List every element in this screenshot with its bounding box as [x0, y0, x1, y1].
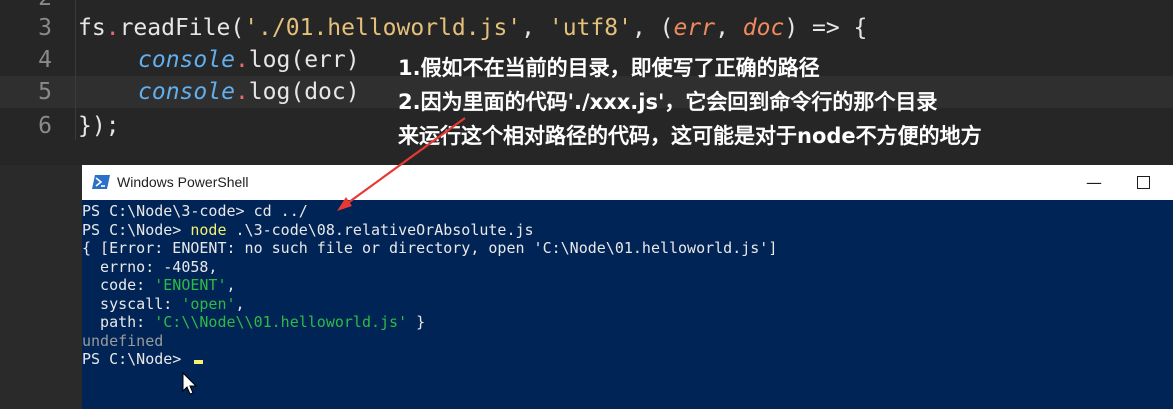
terminal-line: syscall: 'open',: [82, 295, 245, 314]
terminal-line: errno: -4058,: [82, 257, 218, 276]
prompt-text: PS C:\Node\3-code>: [82, 202, 254, 220]
code-token: log: [248, 79, 291, 105]
powershell-window[interactable]: Windows PowerShell — PS C:\Node\3-code> …: [82, 165, 1173, 409]
line-number: 6: [38, 113, 52, 139]
punct-text: ,: [235, 294, 245, 313]
code-string: './01.helloworld.js': [244, 15, 522, 41]
window-title: Windows PowerShell: [117, 174, 249, 190]
code-token: .: [234, 47, 249, 73]
command-text: node: [190, 220, 227, 239]
code-token: (: [659, 15, 674, 41]
terminal-line: { [Error: ENOENT: no such file or direct…: [82, 239, 778, 257]
annotation-text: 1.假如不在当前的目录，即使写了正确的路径: [398, 56, 820, 80]
code-line-6[interactable]: });: [78, 110, 120, 142]
punct-text: }: [407, 313, 426, 331]
code-token: (: [230, 15, 245, 41]
punct-text: ,: [226, 276, 236, 294]
code-param: err: [673, 15, 716, 41]
code-token: (err): [290, 47, 360, 73]
terminal-line: path: 'C:\\Node\\01.helloworld.js' }: [82, 313, 425, 332]
code-token: console: [138, 47, 235, 73]
string-value: 'ENOENT': [154, 276, 227, 294]
string-value: 'open': [181, 294, 236, 313]
code-string: 'utf8': [548, 15, 632, 41]
terminal-line: undefined: [82, 331, 164, 350]
command-text: cd ../: [253, 202, 308, 220]
code-token: ): [784, 15, 799, 41]
key-text: code:: [82, 276, 155, 294]
terminal-line: code: 'ENOENT',: [82, 276, 236, 295]
window-titlebar[interactable]: Windows PowerShell —: [82, 165, 1173, 200]
code-token: ,: [715, 15, 743, 41]
prompt-text: PS C:\Node>: [82, 220, 191, 239]
maximize-button[interactable]: [1137, 176, 1150, 189]
code-line-4[interactable]: console.log(err): [138, 44, 360, 76]
line-number: 4: [38, 47, 52, 73]
code-param: doc: [742, 15, 785, 41]
code-token: ,: [521, 15, 549, 41]
prompt-text: PS C:\Node>: [82, 350, 191, 368]
gutter-separator: [75, 0, 76, 140]
key-text: syscall:: [82, 294, 182, 313]
text-cursor: [194, 360, 204, 364]
annotation-text: 2.因为里面的代码'./xxx.js'，它会回到命令行的那个目录: [398, 90, 938, 114]
line-number: 3: [38, 15, 52, 41]
line-number: 5: [38, 79, 52, 105]
annotation-text: 来运行这个相对路径的代码，这可能是对于node不方便的地方: [398, 124, 982, 148]
code-token: ,: [631, 15, 660, 41]
code-token: .: [234, 79, 249, 105]
code-token: (doc): [290, 79, 360, 105]
code-line-5[interactable]: console.log(doc): [138, 76, 360, 108]
code-token: .: [105, 15, 120, 41]
code-token: => {: [798, 15, 868, 41]
terminal-output[interactable]: PS C:\Node\3-code> cd ../ PS C:\Node> no…: [82, 200, 1173, 409]
code-token: log: [248, 47, 291, 73]
code-token: readFile: [119, 15, 231, 41]
minimize-button[interactable]: —: [1082, 165, 1106, 200]
terminal-line: PS C:\Node> node .\3-code\08.relativeOrA…: [82, 221, 534, 240]
terminal-line: PS C:\Node\3-code> cd ../: [82, 202, 308, 221]
code-token: console: [138, 79, 235, 105]
background-strip: [0, 165, 82, 409]
terminal-line[interactable]: PS C:\Node>: [82, 350, 204, 369]
command-arg: .\3-code\08.relativeOrAbsolute.js: [226, 220, 534, 239]
key-text: path:: [82, 313, 155, 331]
powershell-icon: [92, 175, 110, 189]
code-token: fs: [78, 15, 106, 41]
string-value: 'C:\\Node\\01.helloworld.js': [154, 313, 408, 331]
code-line-3[interactable]: fs.readFile('./01.helloworld.js', 'utf8'…: [78, 12, 867, 44]
mouse-pointer-icon: [182, 372, 198, 395]
code-editor: 2 3 4 5 6 fs.readFile('./01.helloworld.j…: [0, 0, 1173, 160]
